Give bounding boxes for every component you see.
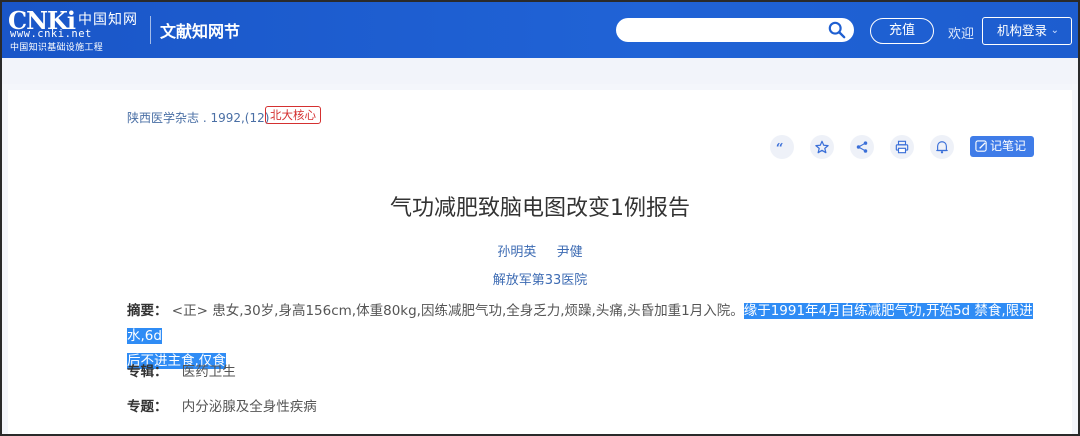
take-notes-button[interactable]: 记笔记 bbox=[970, 136, 1034, 157]
print-button[interactable] bbox=[890, 135, 914, 159]
top-header: CNKi 中国知网 www.cnki.net 中国知识基础设施工程 文献知网节 … bbox=[2, 2, 1078, 58]
album-row: 专辑： 医药卫生 bbox=[127, 360, 236, 380]
album-label: 专辑： bbox=[127, 364, 168, 380]
chevron-down-icon: ⌄ bbox=[1050, 25, 1059, 36]
core-journal-badge: 北大核心 bbox=[265, 106, 321, 124]
browser-frame: CNKi 中国知网 www.cnki.net 中国知识基础设施工程 文献知网节 … bbox=[0, 0, 1080, 436]
search-box[interactable] bbox=[616, 18, 854, 42]
author-organization[interactable]: 解放军第33医院 bbox=[8, 269, 1072, 288]
logo-url: www.cnki.net bbox=[10, 28, 92, 40]
abstract-text: <正> 患女,30岁,身高156cm,体重80kg,因练减肥气功,全身乏力,烦躁… bbox=[171, 303, 744, 319]
abstract-label: 摘要： bbox=[127, 303, 168, 319]
welcome-text: 欢迎 bbox=[948, 27, 975, 42]
share-button[interactable] bbox=[850, 135, 874, 159]
cite-button[interactable]: “ bbox=[770, 135, 794, 159]
topic-value: 内分泌腺及全身性疾病 bbox=[181, 399, 317, 415]
sub-bar bbox=[2, 58, 1078, 84]
brand-title[interactable]: 文献知网节 bbox=[160, 18, 240, 42]
institution-login-button[interactable]: 机构登录 ⌄ bbox=[982, 17, 1072, 45]
cnki-logo[interactable]: CNKi 中国知网 www.cnki.net 中国知识基础设施工程 bbox=[8, 6, 148, 53]
alert-button[interactable] bbox=[930, 135, 954, 159]
share-icon bbox=[856, 141, 868, 153]
article-title: 气功减肥致脑电图改变1例报告 bbox=[390, 196, 690, 221]
quote-icon: “ bbox=[776, 141, 784, 154]
svg-text:“: “ bbox=[776, 141, 784, 154]
abstract-section: 摘要： <正> 患女,30岁,身高156cm,体重80kg,因练减肥气功,全身乏… bbox=[127, 299, 1042, 374]
logo-divider bbox=[150, 16, 151, 44]
album-value: 医药卫生 bbox=[181, 364, 236, 380]
logo-cn: 中国知网 bbox=[78, 12, 138, 28]
article-panel: 陕西医学杂志 . 1992,(12) 北大核心 “ 记笔记 气功减肥致脑电图改变… bbox=[8, 90, 1072, 434]
edit-icon bbox=[975, 140, 987, 152]
author-link[interactable]: 孙明英 bbox=[497, 245, 536, 260]
logo-subtitle: 中国知识基础设施工程 bbox=[10, 43, 104, 53]
author-list: 孙明英 尹健 bbox=[8, 241, 1072, 260]
bell-icon bbox=[936, 141, 948, 154]
recharge-button[interactable]: 充值 bbox=[870, 18, 934, 44]
favorite-button[interactable] bbox=[810, 135, 834, 159]
print-icon bbox=[895, 140, 909, 154]
topic-row: 专题： 内分泌腺及全身性疾病 bbox=[127, 395, 317, 415]
take-notes-label: 记笔记 bbox=[990, 139, 1027, 153]
login-label: 机构登录 bbox=[997, 23, 1048, 38]
journal-source[interactable]: 陕西医学杂志 . 1992,(12) bbox=[127, 109, 269, 126]
topic-label: 专题： bbox=[127, 399, 168, 415]
star-icon bbox=[815, 140, 829, 154]
author-link[interactable]: 尹健 bbox=[557, 245, 583, 260]
search-icon[interactable] bbox=[828, 21, 846, 39]
